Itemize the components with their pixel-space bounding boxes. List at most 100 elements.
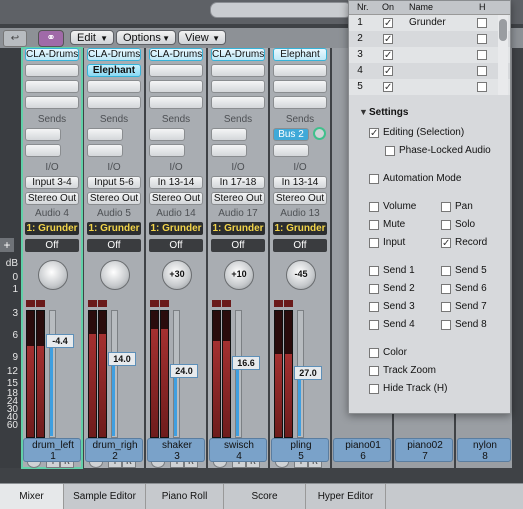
solo-checkbox[interactable] [441, 220, 451, 230]
tab-sample-editor[interactable]: Sample Editor [64, 484, 146, 509]
send6-checkbox[interactable] [441, 284, 451, 294]
send-slot[interactable] [149, 128, 185, 141]
hide-checkbox[interactable] [477, 18, 487, 28]
send-slot[interactable] [87, 144, 123, 157]
send3-checkbox[interactable] [369, 302, 379, 312]
peak-indicator[interactable] [284, 300, 293, 307]
send1-checkbox[interactable] [369, 266, 379, 276]
color-checkbox[interactable] [369, 348, 379, 358]
peak-indicator[interactable] [88, 300, 97, 307]
plugin-slot[interactable]: CLA-Drums [25, 48, 79, 61]
plugin-slot[interactable] [211, 80, 265, 93]
disclosure-triangle-icon[interactable]: ▼ [359, 107, 368, 117]
track-name-box[interactable]: shaker 3 [147, 438, 205, 462]
group-on-checkbox[interactable]: ✓ [383, 82, 393, 93]
peak-indicator[interactable] [36, 300, 45, 307]
input-select[interactable]: In 13-14 [273, 176, 327, 189]
send-slot[interactable] [87, 128, 123, 141]
group-row[interactable]: 2 ✓ [349, 31, 510, 47]
edit-menu[interactable]: Edit ▼ [70, 30, 114, 45]
peak-indicator[interactable] [274, 300, 283, 307]
pan-checkbox[interactable] [441, 202, 451, 212]
group-row[interactable]: 1 ✓ Grunder [349, 15, 510, 31]
plugin-slot[interactable] [87, 96, 141, 109]
track-name-box[interactable]: piano01 6 [333, 438, 391, 462]
group-slot[interactable]: 1: Grunder [25, 222, 79, 235]
volume-checkbox[interactable] [369, 202, 379, 212]
automation-mode-button[interactable]: Off [87, 239, 141, 252]
volume-fader[interactable]: 27.0 [294, 366, 322, 380]
pan-knob[interactable]: -45 [286, 260, 316, 290]
plugin-slot[interactable]: CLA-Drums [87, 48, 141, 61]
plugin-slot[interactable]: CLA-Drums [149, 48, 203, 61]
peak-indicator[interactable] [212, 300, 221, 307]
send5-checkbox[interactable] [441, 266, 451, 276]
plugin-slot[interactable]: CLA-Drums [211, 48, 265, 61]
pan-knob[interactable]: +10 [224, 260, 254, 290]
output-select[interactable]: Stereo Out [25, 192, 79, 205]
track-name-box[interactable]: nylon 8 [457, 438, 511, 462]
send2-checkbox[interactable] [369, 284, 379, 294]
phase-locked-checkbox[interactable] [385, 146, 395, 156]
tab-hyper-editor[interactable]: Hyper Editor [306, 484, 386, 509]
output-select[interactable]: Stereo Out [87, 192, 141, 205]
group-list-scrollbar[interactable] [498, 15, 508, 95]
tab-mixer[interactable]: Mixer [0, 484, 64, 509]
automation-mode-button[interactable]: Off [25, 239, 79, 252]
volume-fader[interactable]: 16.6 [232, 356, 260, 370]
input-select[interactable]: In 13-14 [149, 176, 203, 189]
peak-indicator[interactable] [150, 300, 159, 307]
group-row[interactable]: 3 ✓ [349, 47, 510, 63]
plugin-slot[interactable]: Elephant [87, 64, 141, 77]
pan-knob[interactable] [38, 260, 68, 290]
scroll-thumb[interactable] [499, 19, 507, 41]
send-level-knob-icon[interactable] [313, 127, 326, 140]
plugin-slot[interactable] [25, 80, 79, 93]
input-select[interactable]: In 17-18 [211, 176, 265, 189]
plugin-slot[interactable] [273, 80, 327, 93]
group-on-checkbox[interactable]: ✓ [383, 34, 393, 45]
peak-indicator[interactable] [26, 300, 35, 307]
send8-checkbox[interactable] [441, 320, 451, 330]
group-on-checkbox[interactable]: ✓ [383, 66, 393, 77]
output-select[interactable]: Stereo Out [211, 192, 265, 205]
group-on-checkbox[interactable]: ✓ [383, 18, 393, 29]
input-select[interactable]: Input 5-6 [87, 176, 141, 189]
link-icon[interactable]: ⚭ [38, 30, 64, 47]
send-slot[interactable] [211, 144, 247, 157]
group-slot[interactable]: 1: Grunder [87, 222, 141, 235]
plugin-slot[interactable] [211, 96, 265, 109]
plugin-slot[interactable] [149, 80, 203, 93]
hide-checkbox[interactable] [477, 66, 487, 76]
send4-checkbox[interactable] [369, 320, 379, 330]
record-checkbox[interactable]: ✓ [441, 238, 451, 249]
plugin-slot[interactable] [149, 64, 203, 77]
group-slot[interactable]: 1: Grunder [273, 222, 327, 235]
mute-checkbox[interactable] [369, 220, 379, 230]
group-on-checkbox[interactable]: ✓ [383, 50, 393, 61]
plugin-slot[interactable] [149, 96, 203, 109]
peak-indicator[interactable] [222, 300, 231, 307]
add-icon[interactable]: + [0, 238, 14, 252]
track-zoom-checkbox[interactable] [369, 366, 379, 376]
automation-mode-button[interactable]: Off [149, 239, 203, 252]
plugin-slot[interactable] [25, 64, 79, 77]
automation-mode-button[interactable]: Off [273, 239, 327, 252]
peak-indicator[interactable] [160, 300, 169, 307]
track-name-box[interactable]: swisch 4 [209, 438, 267, 462]
horizontal-scrollbar[interactable] [210, 2, 352, 18]
options-menu[interactable]: Options ▼ [116, 30, 176, 45]
group-slot[interactable]: 1: Grunder [149, 222, 203, 235]
hide-checkbox[interactable] [477, 82, 487, 92]
send-slot[interactable] [25, 144, 61, 157]
send-slot[interactable]: Bus 2 [273, 128, 309, 141]
plugin-slot[interactable]: Elephant [273, 48, 327, 61]
hide-checkbox[interactable] [477, 34, 487, 44]
send-slot[interactable] [25, 128, 61, 141]
output-select[interactable]: Stereo Out [149, 192, 203, 205]
plugin-slot[interactable] [25, 96, 79, 109]
pan-knob[interactable] [100, 260, 130, 290]
view-menu[interactable]: View ▼ [178, 30, 226, 45]
track-name-box[interactable]: piano02 7 [395, 438, 453, 462]
plugin-slot[interactable] [273, 64, 327, 77]
